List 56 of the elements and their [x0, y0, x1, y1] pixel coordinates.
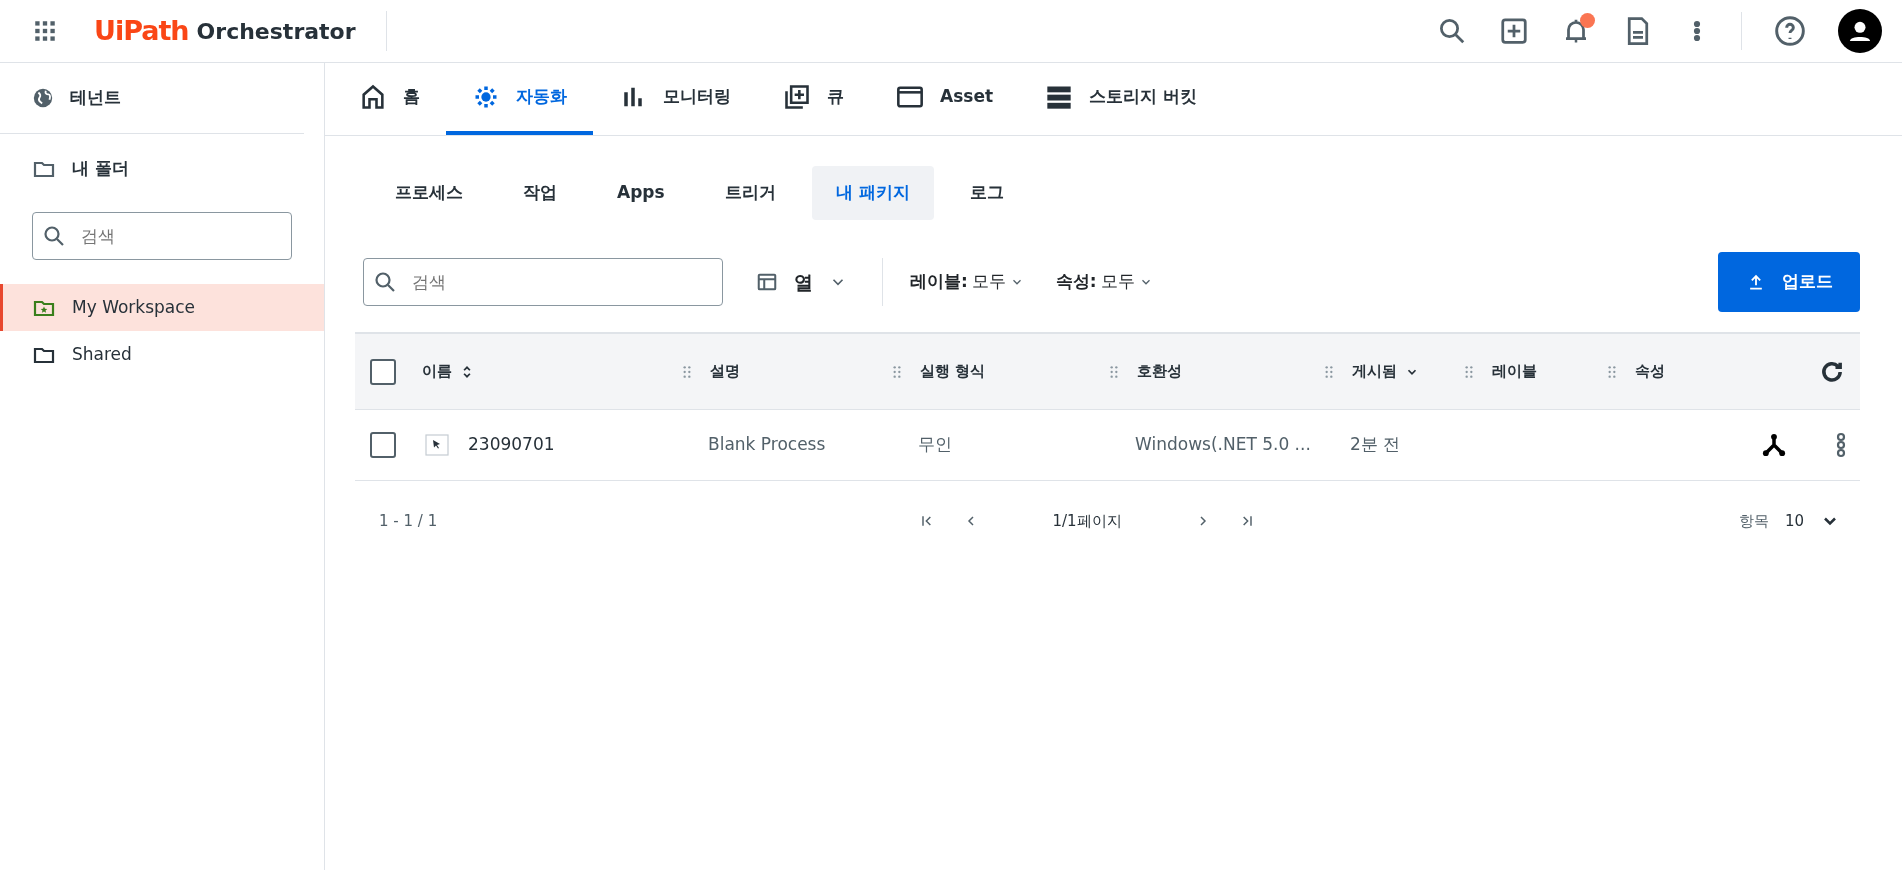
filter-dropdown[interactable]: 레이블: 모두: [905, 268, 1029, 296]
logo-product: Orchestrator: [196, 17, 356, 46]
home-icon: [359, 83, 387, 111]
column-header[interactable]: 실행 형식: [920, 360, 986, 383]
column-header[interactable]: 이름: [422, 360, 474, 383]
folder-item[interactable]: Shared: [0, 331, 324, 378]
process-type-icon: [422, 433, 452, 457]
folder-search-field[interactable]: 검색: [32, 212, 292, 260]
folder-heading: 내 폴더: [72, 157, 129, 181]
upload-button[interactable]: 업로드: [1718, 252, 1860, 312]
nav-tab[interactable]: 홈: [333, 63, 446, 135]
table-cell-text: 2분 전: [1350, 433, 1401, 457]
tenant-label[interactable]: 테넌트: [70, 85, 121, 111]
select-all-checkbox[interactable]: [369, 358, 396, 385]
window-icon: [896, 83, 924, 111]
column-header[interactable]: 레이블: [1492, 360, 1537, 383]
filter-dropdown[interactable]: 속성: 모두: [1050, 268, 1158, 296]
table-cell-text: Windows(.NET 5.0 ...: [1135, 433, 1311, 457]
row-checkbox[interactable]: [369, 432, 396, 458]
page-indicator: 1/1페이지: [1051, 510, 1123, 532]
nav-tab[interactable]: 모니터링: [593, 63, 757, 135]
nav-tab[interactable]: 스토리지 버킷: [1019, 63, 1223, 135]
search-field[interactable]: 검색: [363, 258, 723, 306]
page-size-dropdown[interactable]: 10: [1784, 509, 1840, 533]
add-icon[interactable]: [1499, 16, 1529, 46]
hierarchy-icon[interactable]: [1760, 431, 1788, 459]
nav-tab[interactable]: Asset: [870, 63, 1020, 135]
folder-item[interactable]: My Workspace: [0, 284, 324, 331]
table-cell-text: 23090701: [468, 433, 555, 457]
column-header[interactable]: 설명: [710, 360, 740, 383]
page-range: 1 - 1 / 1: [379, 510, 439, 532]
help-icon[interactable]: [1774, 15, 1806, 47]
logo-brand: UiPath: [94, 13, 189, 48]
sub-tab[interactable]: 트리거: [700, 166, 800, 220]
table-cell-text: 무인: [918, 433, 952, 457]
search-icon[interactable]: [1437, 16, 1467, 46]
columns-button[interactable]: 열: [747, 266, 860, 298]
user-avatar-icon[interactable]: [1838, 9, 1882, 53]
sub-tab[interactable]: 내 패키지: [811, 166, 934, 220]
globe-icon: [32, 87, 54, 109]
add-stack-icon: [783, 83, 811, 111]
column-header[interactable]: 속성: [1635, 360, 1665, 383]
apps-grid-icon[interactable]: [32, 18, 58, 44]
sub-tab[interactable]: 프로세스: [371, 166, 487, 220]
search-icon: [42, 224, 66, 248]
table-icon: [756, 271, 778, 293]
column-header[interactable]: 게시됨: [1352, 360, 1419, 383]
column-header[interactable]: 호환성: [1137, 360, 1182, 383]
sub-tab[interactable]: 작업: [499, 166, 581, 220]
table-cell-text: Blank Process: [708, 433, 826, 457]
search-icon: [373, 270, 397, 294]
nav-tab[interactable]: 큐: [757, 63, 870, 135]
page-size-label: 항목: [1738, 510, 1769, 532]
nav-tab[interactable]: 자동화: [446, 63, 593, 135]
sub-tab[interactable]: 로그: [945, 166, 1028, 220]
sub-tab[interactable]: Apps: [593, 166, 689, 220]
